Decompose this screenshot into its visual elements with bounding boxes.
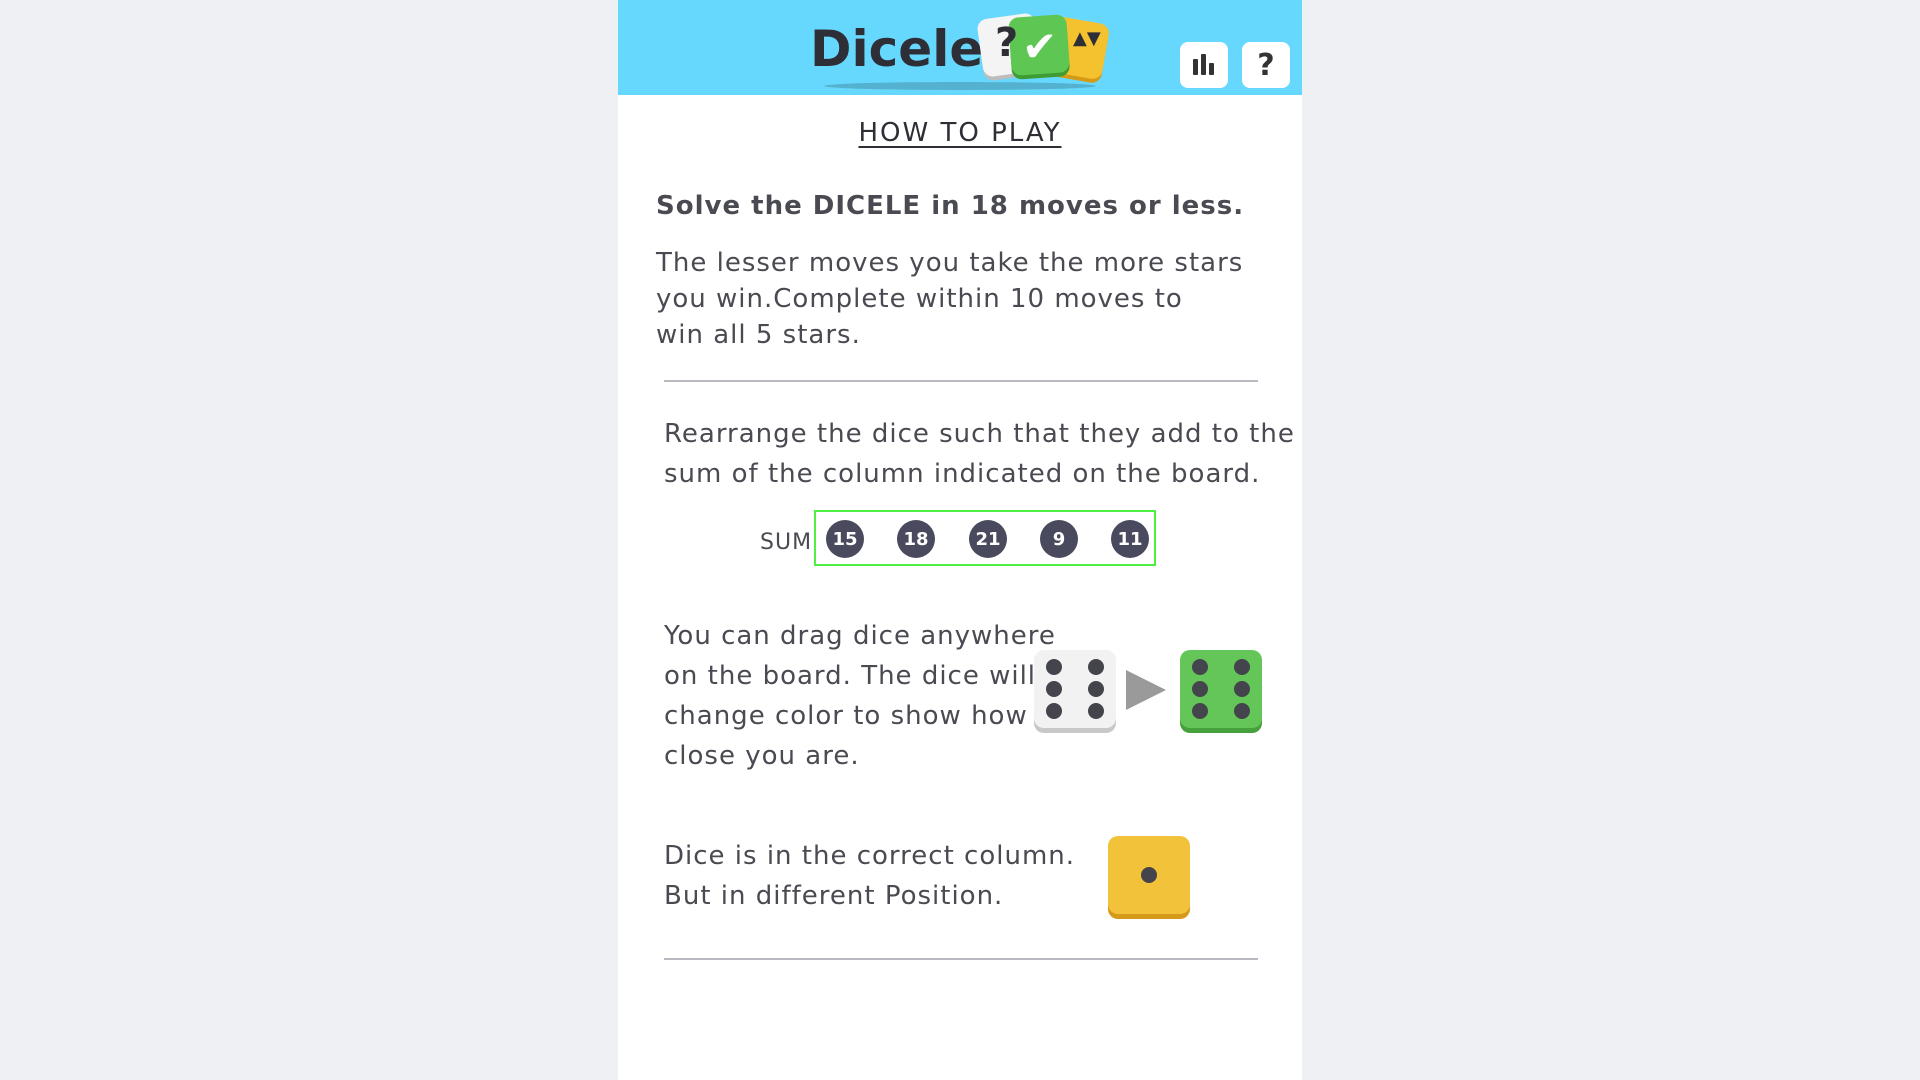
dicele-logo: Dicele ? ✔ ▲▼ <box>810 8 1111 94</box>
rearrange-line-2: sum of the column indicated on the board… <box>664 459 1261 489</box>
die-pip <box>1234 681 1250 697</box>
die-pip <box>1088 659 1104 675</box>
intro-line-3: win all 5 stars. <box>656 320 861 350</box>
die-pip <box>1234 659 1250 675</box>
die-pip <box>1088 681 1104 697</box>
green-six-die <box>1180 650 1262 728</box>
help-icon: ? <box>1257 47 1275 83</box>
die-pip <box>1192 703 1208 719</box>
logo-shadow <box>824 82 1096 90</box>
divider-top <box>664 380 1258 382</box>
logo-check-icon: ✔ <box>1022 22 1058 71</box>
die-pip <box>1234 703 1250 719</box>
column-sum-2: 18 <box>897 520 935 558</box>
die-pip <box>1192 681 1208 697</box>
sum-label: SUM <box>760 530 813 555</box>
intro-line-1: The lesser moves you take the more stars <box>656 248 1244 278</box>
intro-line-2: you win.Complete within 10 moves to <box>656 284 1183 314</box>
white-six-die <box>1034 650 1116 728</box>
column-sum-5: 11 <box>1111 520 1149 558</box>
rearrange-line-1: Rearrange the dice such that they add to… <box>664 419 1295 449</box>
die-pip <box>1046 703 1062 719</box>
yellow-line-2: But in different Position. <box>664 881 1004 911</box>
column-sum-3: 21 <box>969 520 1007 558</box>
die-pip <box>1046 681 1062 697</box>
bar-chart-icon <box>1193 54 1214 75</box>
sum-row: 15 18 21 9 11 <box>814 510 1156 566</box>
header-bar: Dicele ? ✔ ▲▼ ? <box>618 0 1302 95</box>
drag-line-1: You can drag dice anywhere <box>664 621 1056 651</box>
help-button[interactable]: ? <box>1242 42 1290 88</box>
logo-arrows-icon: ▲▼ <box>1073 28 1101 49</box>
page-title: HOW TO PLAY <box>858 118 1062 148</box>
intro-heading: Solve the DICELE in 18 moves or less. <box>656 191 1245 221</box>
drag-line-3: change color to show how <box>664 701 1028 731</box>
die-pip <box>1046 659 1062 675</box>
yellow-one-die <box>1108 836 1190 914</box>
logo-text: Dicele <box>810 20 984 78</box>
die-pip <box>1141 867 1157 883</box>
divider-bottom <box>664 958 1258 960</box>
how-to-play-screen: Dicele ? ✔ ▲▼ ? HOW TO PLAY Solve the DI… <box>618 0 1302 1080</box>
arrow-right-icon <box>1126 670 1166 710</box>
drag-line-2: on the board. The dice will <box>664 661 1037 691</box>
yellow-line-1: Dice is in the correct column. <box>664 841 1076 871</box>
drag-line-4: close you are. <box>664 741 860 771</box>
column-sum-1: 15 <box>826 520 864 558</box>
stats-button[interactable] <box>1180 42 1228 88</box>
logo-question-mark: ? <box>995 20 1019 66</box>
die-pip <box>1088 703 1104 719</box>
die-pip <box>1192 659 1208 675</box>
column-sum-4: 9 <box>1040 520 1078 558</box>
